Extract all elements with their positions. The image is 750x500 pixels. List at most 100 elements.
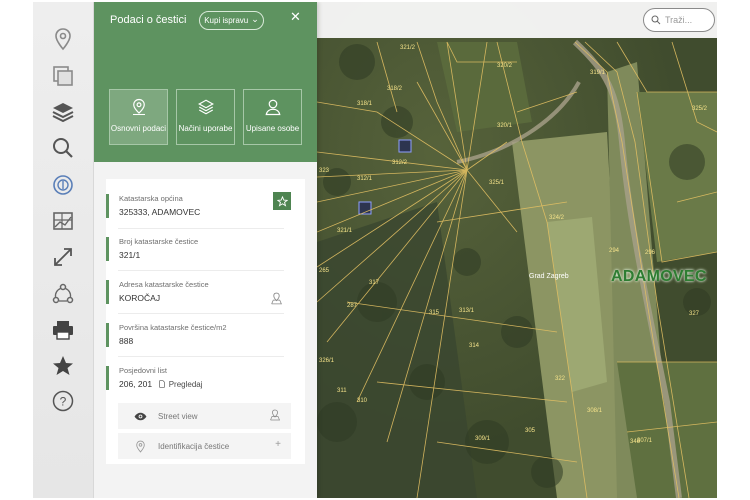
layers-icon — [52, 103, 74, 123]
field-value: 206, 201 — [119, 379, 153, 389]
svg-text:308/1: 308/1 — [587, 408, 603, 414]
svg-text:323: 323 — [319, 168, 330, 174]
fullscreen-button[interactable] — [47, 242, 79, 272]
map-grid-icon — [53, 212, 73, 230]
location-pin-icon — [55, 28, 71, 51]
search-icon — [651, 15, 661, 25]
chevron-down-icon: ⌄ — [251, 13, 259, 24]
favorites-button[interactable] — [47, 351, 79, 381]
svg-text:315: 315 — [429, 310, 440, 316]
parcel-panel: Podaci o čestici Kupi ispravu ⌄ ✕ Osnovn… — [94, 2, 317, 498]
svg-text:325/2: 325/2 — [692, 106, 708, 112]
person-icon — [265, 99, 280, 116]
svg-text:346: 346 — [630, 439, 641, 445]
svg-text:296: 296 — [645, 250, 656, 256]
map-pin-icon — [271, 292, 282, 305]
svg-text:312/2: 312/2 — [392, 160, 408, 166]
star-icon — [53, 356, 73, 375]
field-label: Površina katastarske čestice/m2 — [119, 323, 227, 332]
identifikacija-label: Identifikacija čestice — [158, 441, 230, 451]
close-button[interactable]: ✕ — [290, 9, 301, 25]
search-icon — [53, 138, 73, 158]
field-value: 321/1 — [119, 250, 141, 260]
buy-document-label: Kupi ispravu — [204, 16, 249, 25]
document-icon — [159, 380, 166, 388]
field-value: 325333, ADAMOVEC — [119, 207, 201, 217]
expand-arrows-icon — [54, 248, 72, 266]
field-label: Adresa katastarske čestice — [119, 280, 209, 289]
share-button[interactable] — [47, 279, 79, 309]
buy-document-button[interactable]: Kupi ispravu ⌄ — [199, 11, 264, 30]
help-button[interactable]: ? — [47, 386, 79, 416]
pregledaj-label: Pregledaj — [168, 380, 203, 389]
field-povrsina: Površina katastarske čestice/m2 888 — [106, 323, 284, 347]
svg-text:320/2: 320/2 — [497, 63, 513, 69]
field-adresa: Adresa katastarske čestice KOROČAJ — [106, 280, 284, 304]
svg-text:318/1: 318/1 — [357, 101, 373, 107]
field-value: KOROČAJ — [119, 293, 161, 303]
map-pin-icon — [136, 440, 145, 453]
map-pin-icon — [132, 98, 145, 116]
compare-button[interactable] — [47, 61, 79, 91]
divider — [118, 313, 284, 314]
svg-text:312/1: 312/1 — [357, 176, 373, 182]
svg-text:318/2: 318/2 — [387, 86, 403, 92]
street-view-label: Street view — [158, 411, 198, 421]
tab-label: Osnovni podaci — [110, 124, 167, 133]
location-pin-button[interactable] — [47, 24, 79, 54]
poi-label: Grad Zagreb — [529, 273, 569, 280]
layers-icon — [197, 99, 214, 115]
print-button[interactable] — [47, 315, 79, 345]
svg-text:321/1: 321/1 — [337, 228, 353, 234]
favorite-parcel-button[interactable] — [273, 192, 291, 210]
svg-text:287: 287 — [347, 303, 358, 309]
cadastre-badge-icon — [53, 175, 73, 195]
left-toolbar: ? — [33, 2, 94, 498]
panel-header: Podaci o čestici Kupi ispravu ⌄ ✕ Osnovn… — [94, 2, 317, 162]
svg-text:325/1: 325/1 — [489, 180, 505, 186]
pregledaj-link[interactable]: Pregledaj — [158, 380, 203, 389]
svg-text:310: 310 — [357, 398, 368, 404]
copy-windows-icon — [53, 66, 73, 86]
tab-nacini-uporabe[interactable]: Načini uporabe — [176, 89, 235, 145]
show-on-map-button[interactable] — [270, 292, 283, 310]
printer-icon — [53, 321, 73, 340]
svg-text:324/2: 324/2 — [549, 215, 565, 221]
search-placeholder: Traži... — [665, 15, 693, 25]
field-katastarska-opcina: Katastarska općina 325333, ADAMOVEC — [106, 194, 284, 218]
svg-text:265: 265 — [319, 268, 330, 274]
search-button[interactable] — [47, 133, 79, 163]
map-sheets-button[interactable] — [47, 206, 79, 236]
divider — [118, 228, 284, 229]
search-input[interactable]: Traži... — [643, 8, 715, 32]
panel-title: Podaci o čestici — [110, 14, 187, 26]
identifikacija-button[interactable]: Identifikacija čestice + — [118, 433, 291, 459]
map-top-bar: Traži... — [317, 2, 717, 38]
satellite-map[interactable]: 321/2 320/2 319/1 320/1 318/1 318/2 325/1 324… — [317, 2, 717, 498]
eye-icon — [134, 412, 147, 420]
svg-text:309/1: 309/1 — [475, 436, 491, 442]
field-label: Katastarska općina — [119, 194, 183, 203]
tab-osnovni-podaci[interactable]: Osnovni podaci — [109, 89, 168, 145]
svg-text:320/1: 320/1 — [497, 123, 513, 129]
field-label: Broj katastarske čestice — [119, 237, 199, 246]
app-frame: 321/2 320/2 319/1 320/1 318/1 318/2 325/1 324… — [33, 2, 717, 498]
svg-text:?: ? — [60, 395, 67, 409]
divider — [118, 356, 284, 357]
tab-upisane-osobe[interactable]: Upisane osobe — [243, 89, 302, 145]
map-pin-icon — [270, 409, 281, 421]
svg-text:305: 305 — [525, 428, 536, 434]
help-icon: ? — [52, 390, 74, 412]
star-outline-icon — [276, 195, 288, 207]
svg-text:326/1: 326/1 — [319, 358, 335, 364]
svg-text:294: 294 — [609, 248, 620, 254]
cadastre-button[interactable] — [47, 170, 79, 200]
tab-label: Načini uporabe — [178, 124, 233, 133]
svg-text:313/1: 313/1 — [459, 308, 475, 314]
street-view-button[interactable]: Street view — [118, 403, 291, 429]
plus-icon: + — [275, 439, 281, 450]
layers-button[interactable] — [47, 97, 79, 127]
svg-text:319/1: 319/1 — [590, 70, 606, 76]
share-icon — [52, 283, 74, 304]
svg-text:311: 311 — [337, 388, 347, 394]
